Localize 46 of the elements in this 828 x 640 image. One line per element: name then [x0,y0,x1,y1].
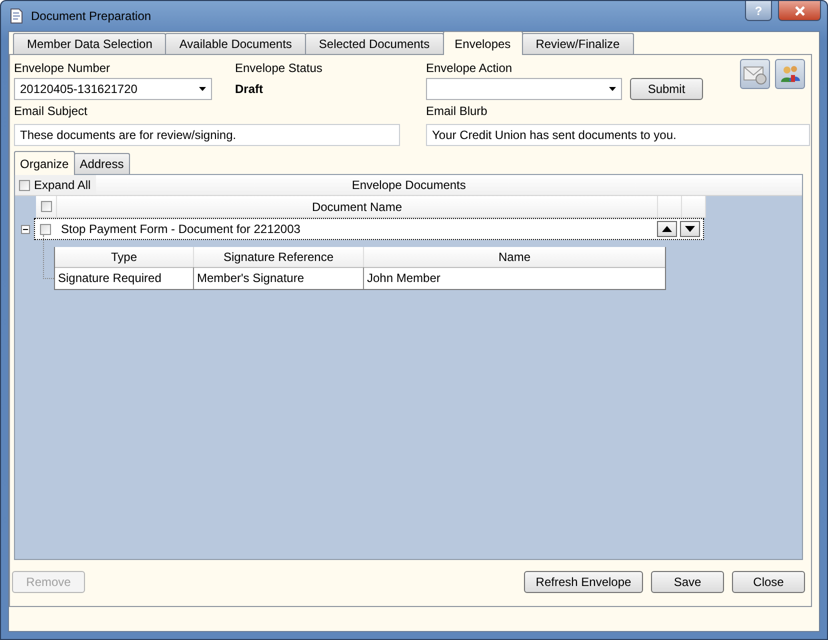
tab[interactable]: Envelopes [442,31,523,55]
envelope-action-dropdown[interactable] [426,78,622,100]
document-icon [9,8,25,24]
checkbox-label: Expand All [34,178,91,192]
field-label: Envelope Action [426,61,514,76]
column-header: Signature Reference [194,247,364,267]
action-button[interactable]: Refresh Envelope [524,571,643,593]
field-label: Envelope Status [235,61,324,76]
column-header: Name [497,249,532,266]
people-icon[interactable] [775,59,805,89]
document-name: Stop Payment Form - Document for 2212003 [60,222,302,236]
tab[interactable]: Available Documents [165,33,306,54]
email-blurb-field[interactable]: Your Credit Union has sent documents to you. [426,124,810,146]
column-header: Type [55,247,194,267]
window-title: Document Preparation [31,9,152,23]
email-subject-field[interactable]: These documents are for review/signing. [14,124,400,146]
dropdown-arrow-icon [199,87,206,91]
table-cell: Signature Required [55,267,194,289]
mail-icon[interactable] [740,59,770,89]
up-arrow-icon [662,226,672,232]
submit-button[interactable]: Submit [630,78,703,100]
down-arrow-icon [685,226,695,232]
action-button[interactable]: Save [651,571,724,593]
checkbox[interactable] [40,224,50,234]
move-down-button[interactable] [680,221,700,237]
tab[interactable]: Member Data Selection [13,33,166,54]
checkbox[interactable] [19,180,30,190]
envelope-number-dropdown[interactable]: 20120405-131621720 [14,78,212,100]
status-value: Draft [235,82,264,96]
field-label: Email Blurb [426,104,488,119]
dropdown-arrow-icon [609,87,616,91]
close-button[interactable] [778,1,821,21]
close-icon [794,6,806,16]
field-label: Envelope Number [14,61,112,76]
tab[interactable]: Address [74,153,130,174]
move-up-button[interactable] [657,221,677,237]
tab[interactable]: Selected Documents [304,33,444,54]
table-cell: Member's Signature [194,267,364,289]
collapse-icon[interactable] [21,224,30,234]
table-cell: John Member [364,267,665,289]
field-label: Email Subject [14,104,88,119]
column-header: Document Name [57,196,658,217]
tab[interactable]: Organize [14,151,75,175]
checkbox[interactable] [40,201,52,212]
action-button[interactable]: Close [732,571,805,593]
tab[interactable]: Review/Finalize [522,33,634,54]
